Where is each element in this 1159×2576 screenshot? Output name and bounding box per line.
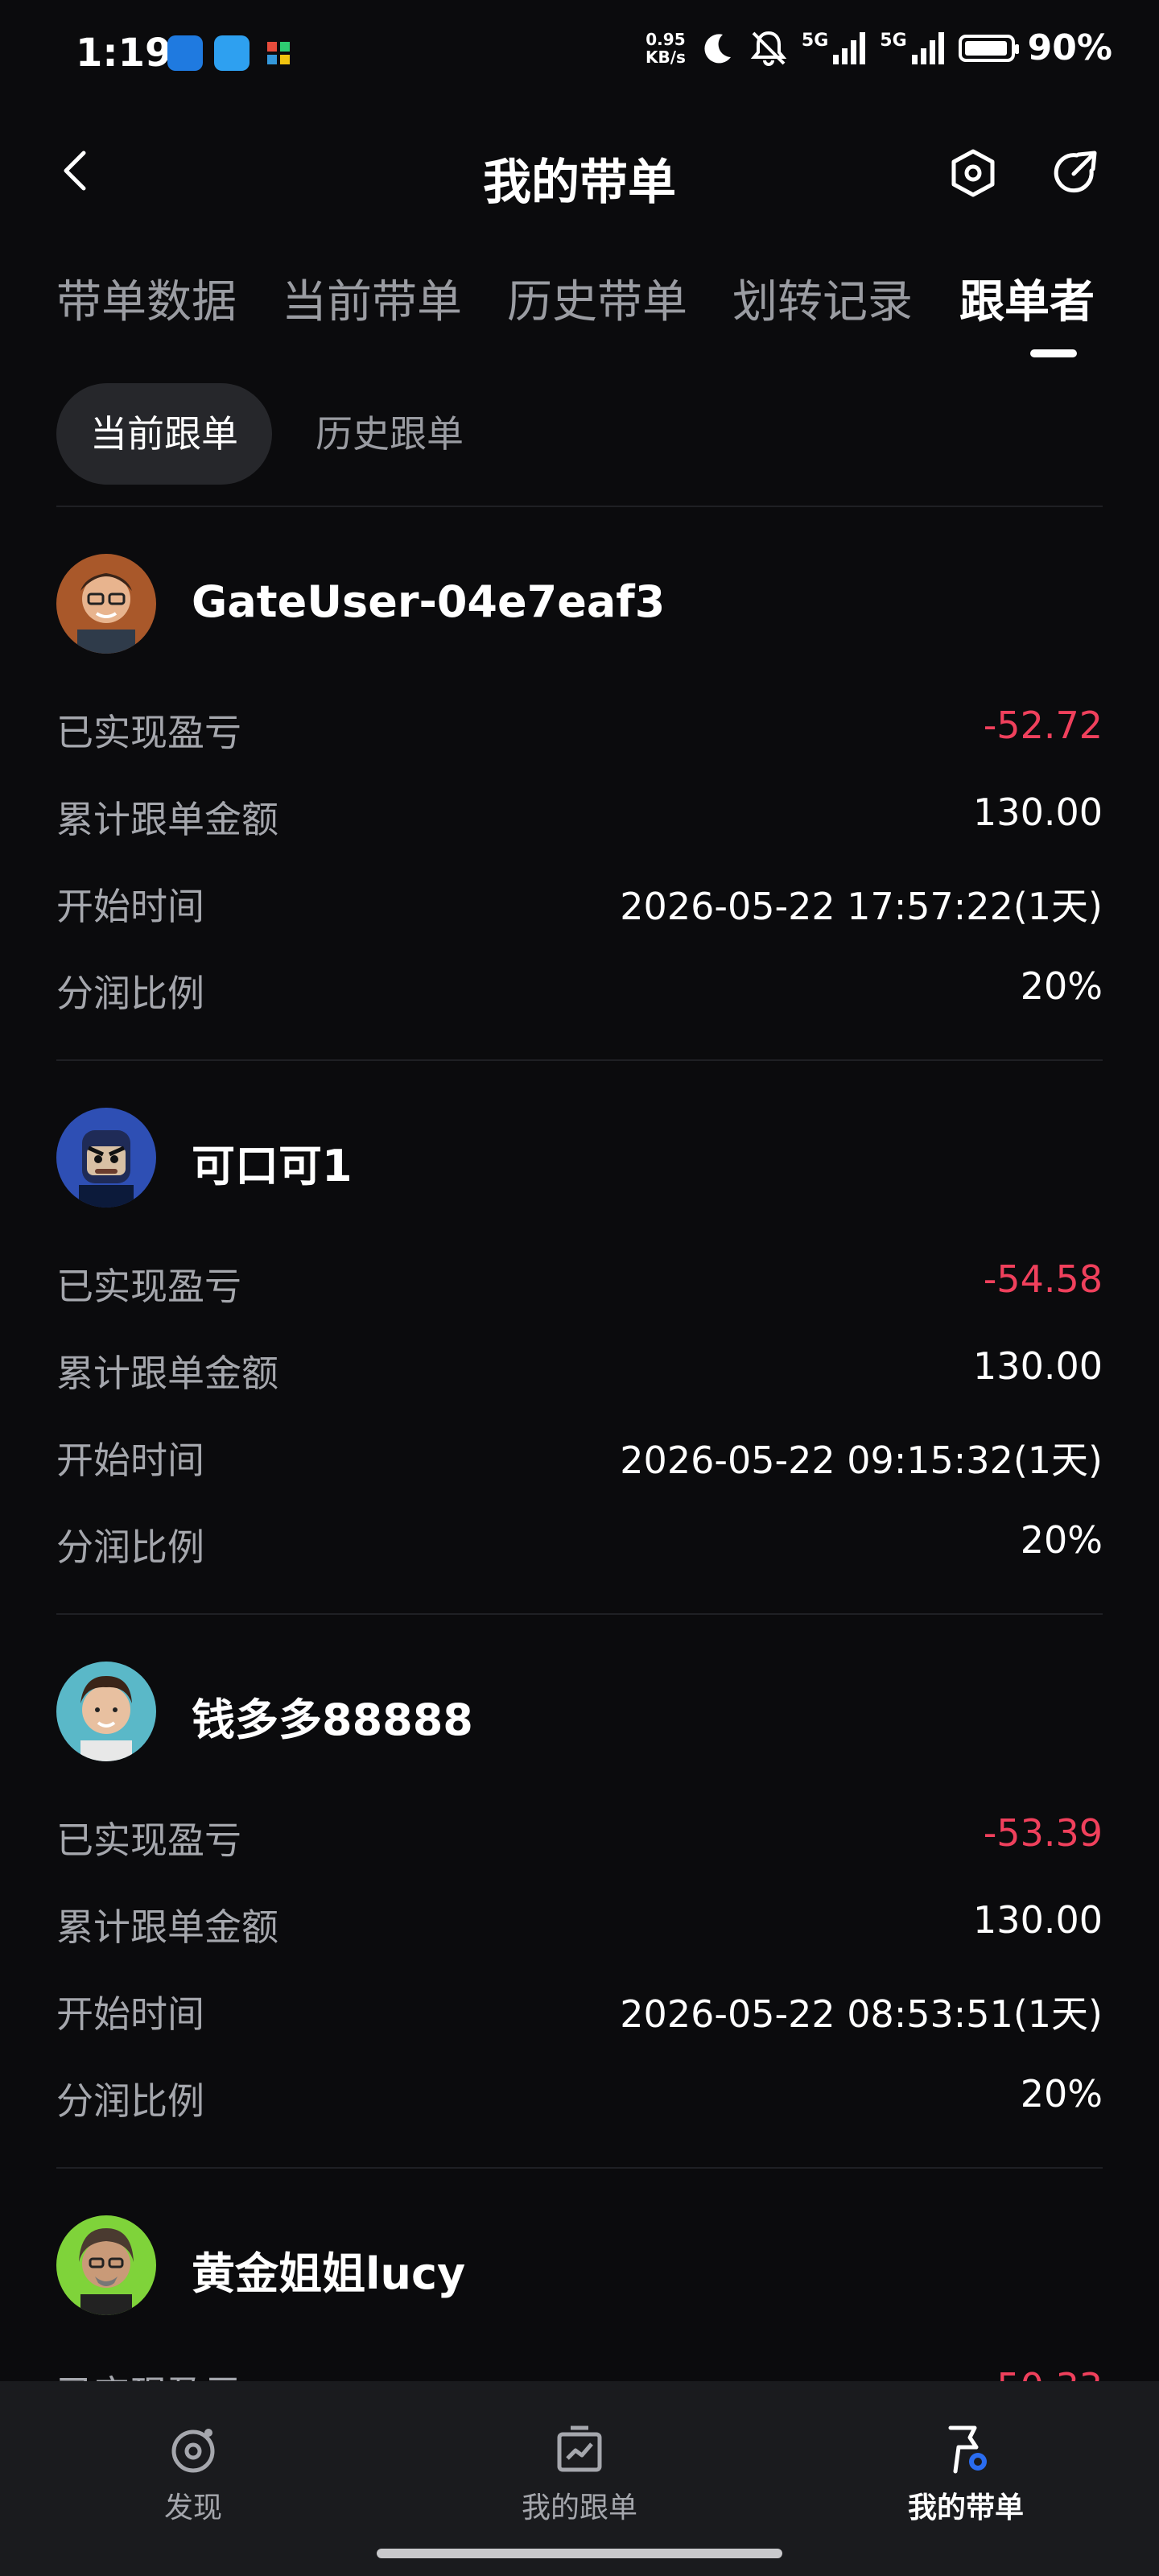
nav-label: 我的带单 (907, 2491, 1024, 2524)
status-bar: 1:19 0.95 KB/s 5G 5G 90% (0, 0, 1159, 113)
row-label: 已实现盈亏 (56, 1818, 241, 1862)
realized-pnl-value: -54.58 (983, 1257, 1103, 1301)
nav-discover[interactable]: 发现 (72, 2421, 314, 2526)
sim2-label: 5G (880, 30, 907, 51)
sim1-label: 5G (801, 30, 829, 51)
follower-card[interactable]: GateUser-04e7eaf3 已实现盈亏 -52.72 累计跟单金额 13… (56, 554, 1103, 1053)
subtab-current-follow[interactable]: 当前跟单 (56, 383, 272, 485)
discover-icon (171, 2429, 215, 2473)
flag-icon (948, 2425, 987, 2474)
row-label: 开始时间 (56, 1992, 204, 2036)
realized-pnl-value: -52.72 (983, 704, 1103, 747)
app-notification-icon (167, 35, 203, 71)
start-time-value: 2026-05-22 08:53:51(1天) (620, 1992, 1103, 2036)
signal-sim1: 5G (802, 31, 867, 66)
row-label: 开始时间 (56, 885, 204, 928)
signal-bars-icon (911, 31, 944, 64)
network-speed: 0.95 KB/s (645, 31, 686, 66)
tab-lead-data[interactable]: 带单数据 (56, 266, 237, 331)
realized-pnl-row: 已实现盈亏 -52.72 (56, 704, 1103, 768)
profit-share-row: 分润比例 20% (56, 2072, 1103, 2136)
network-speed-unit: KB/s (645, 47, 686, 67)
row-label: 累计跟单金额 (56, 798, 278, 841)
row-label: 分润比例 (56, 1525, 204, 1569)
profit-share-value: 20% (1020, 1518, 1103, 1562)
row-label: 累计跟单金额 (56, 1352, 278, 1395)
active-tab-indicator (1030, 349, 1077, 357)
nav-label: 我的跟单 (521, 2491, 637, 2524)
battery-percent: 90% (1027, 27, 1112, 68)
leaf-app-icon (214, 35, 250, 71)
puzzle-app-icon (261, 35, 296, 71)
divider (56, 1613, 1103, 1615)
network-speed-value: 0.95 (645, 29, 686, 49)
follower-card[interactable]: 钱多多88888 已实现盈亏 -53.39 累计跟单金额 130.00 开始时间… (56, 1662, 1103, 2161)
avatar (56, 554, 156, 654)
start-time-row: 开始时间 2026-05-22 08:53:51(1天) (56, 1985, 1103, 2050)
main-tabs: 带单数据 当前带单 历史带单 划转记录 跟单者 (56, 266, 1103, 362)
avatar (56, 2215, 156, 2315)
share-icon[interactable] (1046, 145, 1103, 201)
tab-current-lead[interactable]: 当前带单 (282, 266, 462, 331)
divider (56, 506, 1103, 507)
total-amount-row: 累计跟单金额 130.00 (56, 791, 1103, 855)
total-amount-value: 130.00 (973, 1898, 1103, 1942)
follower-name: GateUser-04e7eaf3 (192, 576, 666, 627)
total-amount-row: 累计跟单金额 130.00 (56, 1898, 1103, 1963)
realized-pnl-row: 已实现盈亏 -53.39 (56, 1811, 1103, 1876)
row-label: 开始时间 (56, 1439, 204, 1482)
signal-bars-icon (833, 31, 866, 64)
avatar (56, 1662, 156, 1761)
tab-transfer-records[interactable]: 划转记录 (732, 266, 913, 331)
header: 我的带单 (0, 129, 1159, 217)
status-time: 1:19 (76, 31, 172, 76)
follower-name: 黄金姐姐lucy (192, 2248, 466, 2299)
start-time-row: 开始时间 2026-05-22 17:57:22(1天) (56, 877, 1103, 942)
follower-name: 可口可1 (192, 1141, 353, 1191)
profit-share-row: 分润比例 20% (56, 1518, 1103, 1583)
bottom-nav: 发现 我的跟单 我的带单 (0, 2381, 1159, 2576)
tab-followers[interactable]: 跟单者 (959, 266, 1095, 331)
follower-name: 钱多多88888 (192, 1695, 473, 1745)
realized-pnl-row: 已实现盈亏 -54.58 (56, 1257, 1103, 1322)
start-time-row: 开始时间 2026-05-22 09:15:32(1天) (56, 1431, 1103, 1496)
tab-history-lead[interactable]: 历史带单 (507, 266, 687, 331)
home-indicator[interactable] (377, 2549, 782, 2558)
profit-share-value: 20% (1020, 964, 1103, 1008)
mute-bell-icon (750, 31, 787, 66)
start-time-value: 2026-05-22 09:15:32(1天) (620, 1439, 1103, 1482)
total-amount-row: 累计跟单金额 130.00 (56, 1344, 1103, 1409)
follower-card[interactable]: 可口可1 已实现盈亏 -54.58 累计跟单金额 130.00 开始时间 202… (56, 1108, 1103, 1607)
nav-my-follow[interactable]: 我的跟单 (459, 2421, 700, 2526)
row-label: 已实现盈亏 (56, 711, 241, 754)
status-right: 0.95 KB/s 5G 5G 90% (645, 27, 1112, 68)
divider (56, 1059, 1103, 1061)
notification-icons (167, 35, 296, 71)
row-label: 分润比例 (56, 972, 204, 1015)
signal-sim2: 5G (880, 31, 945, 66)
follower-card[interactable]: 黄金姐姐lucy 已实现盈亏 -50.33 (56, 2215, 1103, 2416)
settings-hexagon-icon[interactable] (945, 145, 1001, 201)
row-label: 分润比例 (56, 2079, 204, 2123)
realized-pnl-value: -53.39 (983, 1811, 1103, 1855)
row-label: 累计跟单金额 (56, 1905, 278, 1949)
nav-label: 发现 (163, 2491, 222, 2524)
divider (56, 2167, 1103, 2169)
subtab-history-follow[interactable]: 历史跟单 (282, 383, 497, 485)
moon-icon (704, 33, 731, 63)
profit-share-row: 分润比例 20% (56, 964, 1103, 1029)
total-amount-value: 130.00 (973, 1344, 1103, 1388)
chart-board-icon (557, 2425, 602, 2472)
profit-share-value: 20% (1020, 2072, 1103, 2116)
row-label: 已实现盈亏 (56, 1265, 241, 1308)
nav-my-lead[interactable]: 我的带单 (845, 2421, 1087, 2526)
total-amount-value: 130.00 (973, 791, 1103, 834)
start-time-value: 2026-05-22 17:57:22(1天) (620, 885, 1103, 928)
avatar (56, 1108, 156, 1208)
battery-icon (958, 34, 1019, 62)
